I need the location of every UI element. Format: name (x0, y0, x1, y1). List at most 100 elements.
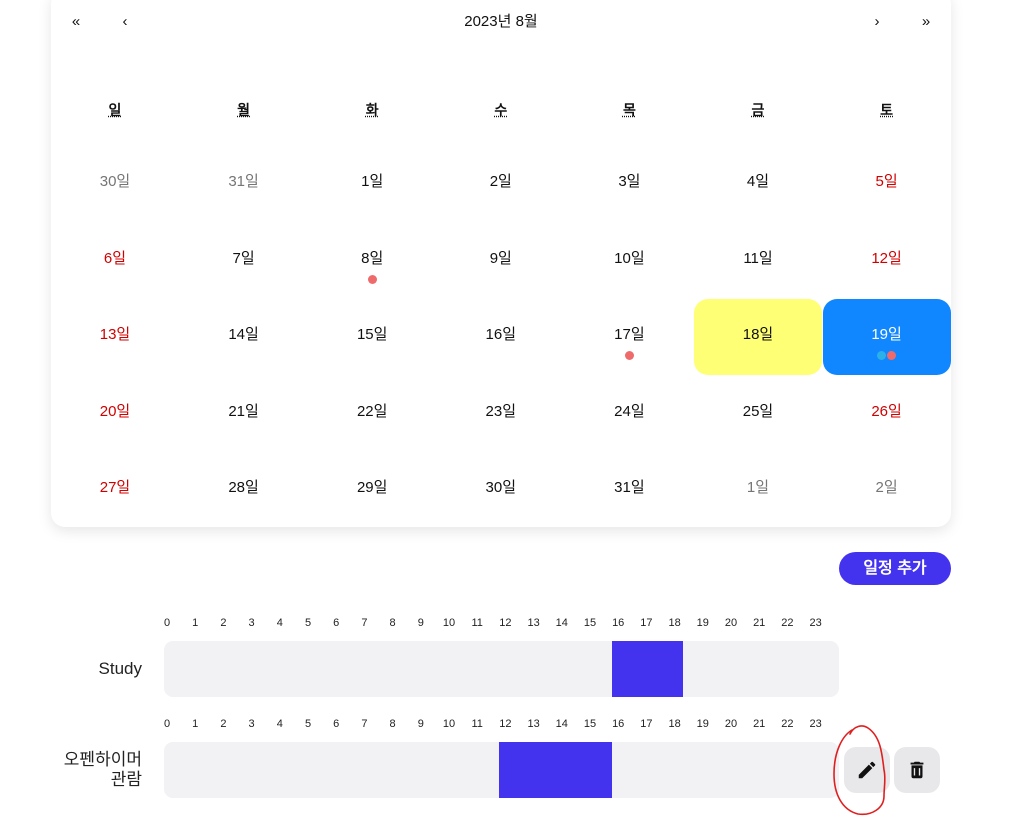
calendar-day[interactable]: 24일 (565, 376, 693, 452)
hour-label: 23 (809, 617, 822, 629)
day-label: 20일 (99, 402, 131, 420)
calendar-day[interactable]: 3일 (565, 146, 693, 222)
hour-label: 14 (555, 617, 568, 629)
calendar-day[interactable]: 31일 (180, 146, 308, 222)
calendar-day[interactable]: 19일 (822, 299, 951, 375)
calendar-day[interactable]: 9일 (437, 223, 565, 299)
calendar-day[interactable]: 14일 (180, 299, 308, 375)
calendar-day[interactable]: 10일 (565, 223, 693, 299)
day-label: 17일 (614, 326, 645, 343)
hour-label: 13 (527, 617, 540, 629)
calendar-day[interactable]: 21일 (180, 376, 308, 452)
event-dot (877, 351, 887, 360)
calendar-day[interactable]: 26일 (823, 376, 951, 452)
trash-icon (910, 761, 924, 779)
calendar-day[interactable]: 17일 (565, 299, 693, 375)
calendar-day[interactable]: 1일 (308, 146, 436, 222)
calendar-day[interactable]: 13일 (51, 299, 179, 375)
day-label: 2일 (489, 173, 512, 190)
hour-label: 16 (612, 617, 625, 629)
calendar-day[interactable]: 6일 (51, 223, 179, 299)
calendar-day[interactable]: 25일 (694, 376, 822, 452)
weekday-label: 토 (880, 102, 894, 118)
day-label: 4일 (746, 173, 770, 190)
hour-label: 8 (389, 718, 396, 730)
calendar-day[interactable]: 30일 (437, 452, 565, 528)
day-label: 30일 (99, 173, 131, 190)
hour-label: 14 (555, 718, 568, 730)
calendar-day[interactable]: 2일 (437, 146, 565, 222)
hour-label: 22 (781, 718, 794, 730)
event-indicator (823, 351, 951, 360)
schedule-title-line: 오펜하이머 (63, 750, 142, 769)
day-label: 8일 (361, 249, 384, 267)
hour-label: 20 (724, 617, 738, 629)
calendar-day[interactable]: 2일 (823, 452, 951, 528)
hour-label: 2 (220, 718, 227, 730)
hour-label: 16 (612, 718, 625, 730)
hour-label: 12 (499, 617, 512, 629)
calendar-day[interactable]: 12일 (823, 223, 951, 299)
schedule-bar[interactable] (612, 641, 683, 697)
day-label: 1일 (361, 173, 384, 190)
schedule-title: Study (12, 659, 142, 679)
calendar-day[interactable]: 1일 (694, 452, 822, 528)
day-label: 22일 (356, 402, 388, 420)
calendar-day[interactable]: 31일 (565, 452, 693, 528)
prev-month-button[interactable]: ‹ (110, 10, 140, 34)
hour-label: 4 (276, 617, 283, 629)
calendar-day[interactable]: 5일 (823, 146, 951, 222)
next-month-button[interactable]: › (862, 10, 892, 34)
day-label: 16일 (485, 326, 517, 343)
annotation-circle (833, 725, 886, 816)
calendar-day[interactable]: 7일 (180, 223, 308, 299)
day-label: 13일 (99, 326, 131, 343)
hour-label: 13 (527, 718, 540, 730)
hour-label: 8 (389, 617, 396, 629)
weekday-label: 수 (494, 102, 508, 118)
hour-label: 0 (163, 718, 171, 730)
next-year-button[interactable]: » (911, 10, 941, 34)
schedule-bar[interactable] (499, 742, 613, 798)
day-label: 19일 (871, 326, 902, 343)
calendar-day[interactable]: 30일 (51, 146, 179, 222)
calendar-day[interactable]: 20일 (51, 376, 179, 452)
event-indicator (565, 351, 693, 360)
delete-schedule-button[interactable] (894, 747, 940, 793)
day-label: 23일 (485, 402, 517, 420)
calendar-day[interactable]: 15일 (308, 299, 436, 375)
calendar-day[interactable]: 27일 (51, 452, 179, 528)
hour-label: 15 (583, 718, 597, 730)
schedule-track[interactable] (164, 742, 839, 798)
event-dot (624, 351, 634, 360)
day-label: 10일 (614, 249, 645, 267)
hour-label: 10 (442, 617, 456, 629)
hour-label: 10 (442, 718, 456, 730)
calendar-day[interactable]: 22일 (308, 376, 436, 452)
hour-label: 0 (163, 617, 171, 629)
calendar-day[interactable]: 18일 (694, 299, 822, 375)
hour-label: 3 (248, 617, 255, 629)
calendar-day[interactable]: 23일 (437, 376, 565, 452)
schedule-track[interactable] (164, 641, 839, 697)
calendar-day[interactable]: 8일 (308, 223, 436, 299)
hour-label: 9 (417, 617, 424, 629)
calendar-day[interactable]: 4일 (694, 146, 822, 222)
hour-label: 6 (333, 617, 340, 629)
add-schedule-button[interactable]: 일정 추가 (839, 552, 951, 585)
hour-label: 20 (724, 718, 738, 730)
hour-label: 17 (640, 718, 653, 730)
calendar-day[interactable]: 16일 (437, 299, 565, 375)
hour-label: 1 (192, 718, 199, 730)
prev-year-button[interactable]: « (61, 10, 91, 34)
calendar-day[interactable]: 11일 (694, 223, 822, 299)
calendar-month-title[interactable]: 2023년 8월 (401, 10, 601, 34)
schedule-title: 오펜하이머 관람 (12, 750, 142, 790)
weekday-label: 일 (108, 102, 122, 118)
hour-label: 5 (304, 617, 312, 629)
hour-label: 19 (696, 718, 709, 730)
calendar-day[interactable]: 28일 (180, 452, 308, 528)
day-label: 6일 (103, 249, 127, 267)
weekday-label: 금 (751, 102, 765, 118)
calendar-day[interactable]: 29일 (308, 452, 436, 528)
